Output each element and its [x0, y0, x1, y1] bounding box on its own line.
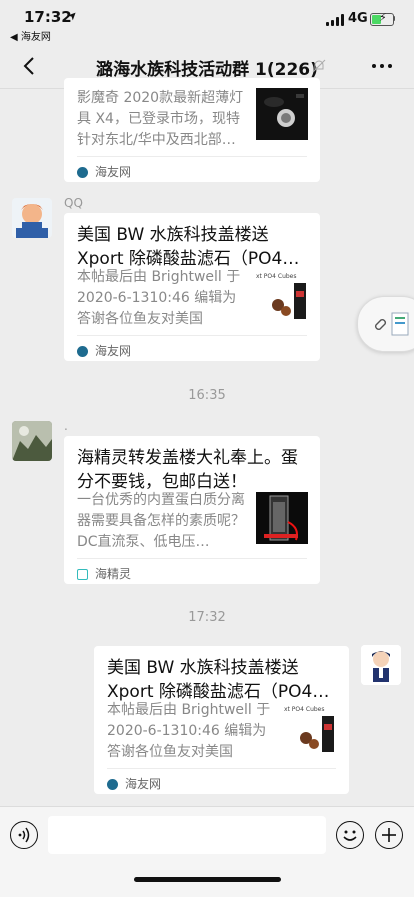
chat-input-bar — [0, 806, 414, 897]
status-bar: 17:32 ➤ ◀ 海友网 4G ⚡ — [0, 0, 414, 44]
thumbnail-label: xt PO4 Cubes — [256, 273, 297, 280]
card-thumbnail — [256, 88, 308, 140]
source-logo-icon — [77, 167, 88, 178]
signal-strength-icon — [326, 14, 344, 26]
voice-input-icon[interactable] — [10, 821, 38, 849]
avatar[interactable] — [12, 421, 52, 461]
link-card[interactable]: 美国 BW 水族科技盖楼送 Xport 除磷酸盐滤石（PO4… 本帖最后由 Br… — [64, 213, 320, 361]
status-time: 17:32 — [24, 8, 72, 26]
link-card[interactable]: 美国 BW 水族科技盖楼送 Xport 除磷酸盐滤石（PO4… 本帖最后由 Br… — [94, 646, 349, 794]
floating-link-button[interactable] — [357, 296, 414, 352]
card-title: 美国 BW 水族科技盖楼送 Xport 除磷酸盐滤石（PO4… — [77, 225, 300, 269]
source-logo-icon — [77, 346, 88, 357]
back-to-app-link[interactable]: ◀ 海友网 — [10, 28, 51, 43]
message-timestamp: 16:35 — [188, 388, 226, 403]
thumbnail-label: xt PO4 Cubes — [284, 706, 325, 713]
message-input[interactable] — [48, 816, 326, 854]
card-title: 美国 BW 水族科技盖楼送 Xport 除磷酸盐滤石（PO4… — [107, 658, 330, 702]
card-source-name: 海精灵 — [95, 567, 132, 581]
card-source-footer: 海友网 — [77, 335, 307, 360]
card-source-footer: 海友网 — [77, 156, 307, 181]
battery-tip — [393, 16, 395, 21]
avatar[interactable] — [361, 645, 401, 685]
sender-nickname: . — [64, 419, 68, 433]
card-thumbnail — [256, 492, 308, 544]
card-thumbnail: xt PO4 Cubes — [284, 704, 336, 756]
card-source-name: 海友网 — [95, 344, 132, 358]
card-source-footer: 海友网 — [107, 768, 336, 793]
more-options-icon[interactable] — [372, 64, 392, 70]
card-description: 本帖最后由 Brightwell 于 2020-6-1310:46 编辑为答谢各… — [107, 702, 271, 760]
card-thumbnail: xt PO4 Cubes — [256, 271, 308, 323]
avatar[interactable] — [12, 198, 52, 238]
sender-nickname: QQ — [64, 196, 83, 210]
emoji-icon[interactable] — [336, 821, 364, 849]
mute-bell-icon — [312, 59, 326, 73]
card-source-name: 海友网 — [125, 777, 162, 791]
card-description: 一台优秀的内置蛋白质分离器需要具备怎样的素质呢？DC直流泵、低电压… — [77, 492, 245, 550]
card-source-name: 海友网 — [95, 165, 132, 179]
card-title: 海精灵转发盖楼大礼奉上。蛋分不要钱，包邮白送！ — [77, 448, 298, 492]
home-indicator[interactable] — [134, 877, 281, 882]
source-logo-icon — [107, 779, 118, 790]
card-description: 影魔奇 2020款最新超薄灯具 X4，已登录市场，现特针对东北/华中及西北部… — [77, 90, 244, 148]
link-card[interactable]: 海精灵转发盖楼大礼奉上。蛋分不要钱，包邮白送！ 一台优秀的内置蛋白质分离器需要具… — [64, 436, 320, 584]
card-source-footer: 海精灵 — [77, 558, 307, 583]
network-type: 4G — [348, 11, 368, 26]
source-logo-icon — [77, 569, 88, 580]
chat-title: 潞海水族科技活动群 1(226) — [96, 60, 318, 80]
card-description: 本帖最后由 Brightwell 于 2020-6-1310:46 编辑为答谢各… — [77, 269, 241, 327]
battery-icon: ⚡ — [370, 11, 394, 26]
link-card[interactable]: 影魔奇 2020款最新超薄灯具 X4，已登录市场，现特针对东北/华中及西北部… … — [64, 78, 320, 182]
message-timestamp: 17:32 — [188, 610, 226, 625]
plus-icon[interactable] — [375, 821, 403, 849]
